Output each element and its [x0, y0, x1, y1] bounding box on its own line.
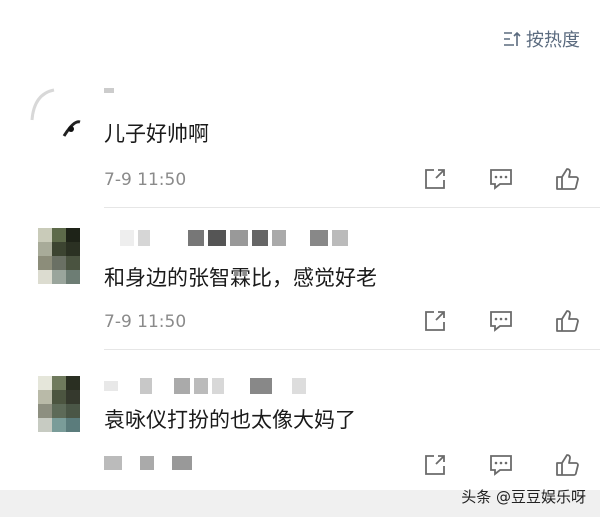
- divider: [104, 207, 600, 208]
- comment-time: 7-9 11:50: [104, 312, 187, 332]
- username-blurred: [104, 378, 306, 394]
- share-button[interactable]: [422, 452, 448, 478]
- share-icon: [425, 169, 445, 189]
- share-icon: [425, 311, 445, 331]
- sort-label: 按热度: [526, 30, 580, 51]
- reply-button[interactable]: [488, 452, 514, 478]
- thumbs-up-icon: [556, 168, 579, 190]
- watermark: 头条 @豆豆娱乐呀: [461, 488, 586, 506]
- divider: [104, 349, 600, 350]
- like-button[interactable]: [554, 452, 580, 478]
- sort-icon: [504, 31, 521, 46]
- share-button[interactable]: [422, 166, 448, 192]
- username-blurred: [104, 88, 114, 93]
- like-button[interactable]: [554, 166, 580, 192]
- thumbs-up-icon: [556, 310, 579, 332]
- username-blurred: [120, 230, 348, 246]
- reply-button[interactable]: [488, 308, 514, 334]
- like-button[interactable]: [554, 308, 580, 334]
- reply-icon: [490, 311, 512, 332]
- avatar[interactable]: [38, 228, 82, 284]
- comment-text: 袁咏仪打扮的也太像大妈了: [104, 408, 356, 432]
- timestamp-blurred: [104, 456, 192, 470]
- share-button[interactable]: [422, 308, 448, 334]
- comment-text: 和身边的张智霖比，感觉好老: [104, 266, 377, 290]
- avatar[interactable]: [24, 80, 84, 140]
- avatar[interactable]: [38, 376, 82, 432]
- reply-icon: [490, 455, 512, 476]
- reply-button[interactable]: [488, 166, 514, 192]
- share-icon: [425, 455, 445, 475]
- reply-icon: [490, 169, 512, 190]
- comment-time: 7-9 11:50: [104, 170, 187, 190]
- thumbs-up-icon: [556, 454, 579, 476]
- sort-by-hot-button[interactable]: 按热度: [502, 26, 580, 52]
- comment-text: 儿子好帅啊: [104, 122, 209, 146]
